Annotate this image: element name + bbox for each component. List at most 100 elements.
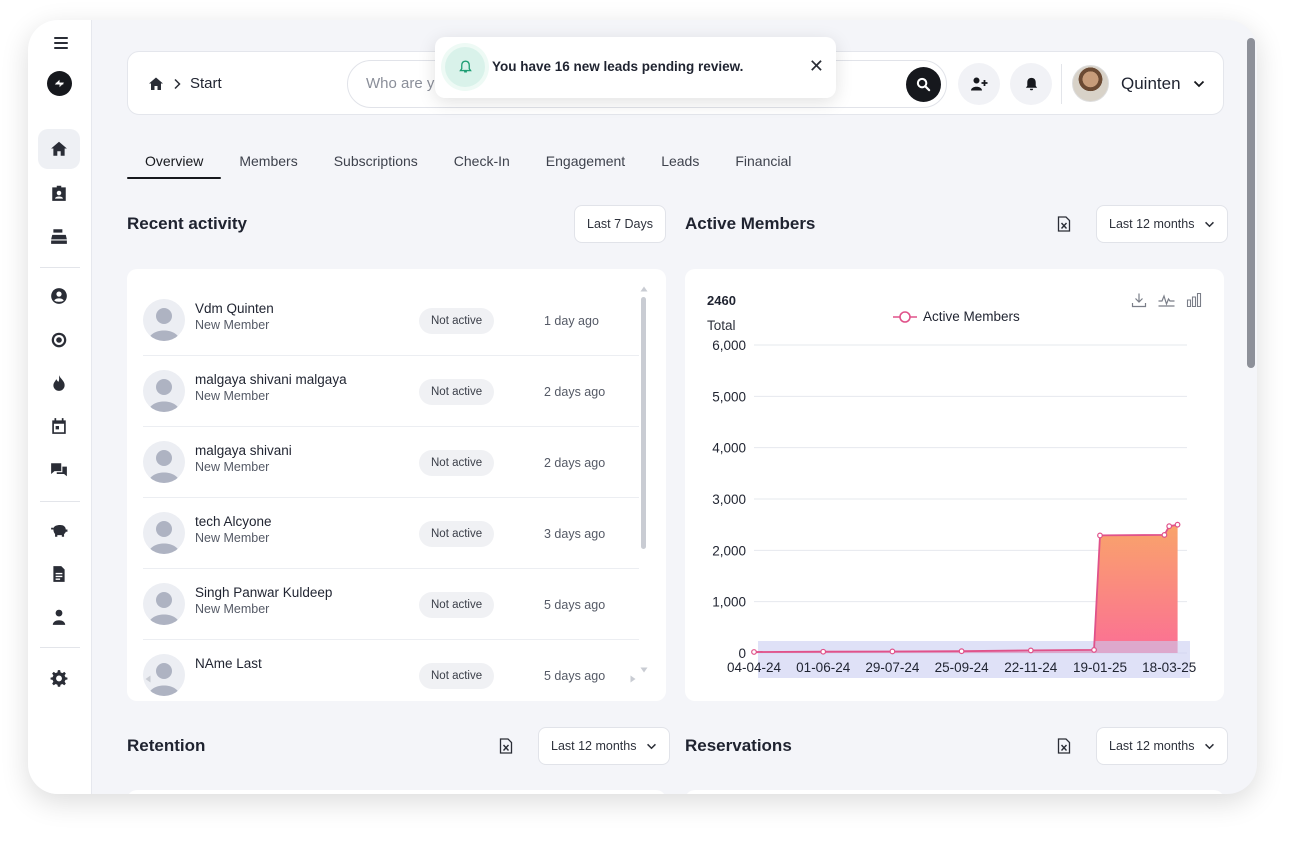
scroll-down-icon[interactable] (640, 667, 648, 673)
document-icon (53, 566, 65, 582)
member-name[interactable]: malgaya shivani malgaya (195, 372, 347, 387)
y-tick-label: 6,000 (712, 338, 746, 353)
scroll-right-icon[interactable] (630, 675, 636, 683)
home-icon[interactable] (148, 76, 164, 92)
sidebar-divider (40, 267, 80, 268)
data-point[interactable] (1091, 647, 1097, 653)
sidebar-item-profile[interactable] (38, 276, 80, 316)
data-point[interactable] (889, 648, 896, 655)
y-tick-label: 4,000 (712, 441, 746, 456)
member-name[interactable]: Vdm Quinten (195, 301, 274, 316)
list-item[interactable]: NAme Last Not active 5 days ago (143, 640, 639, 701)
topbar-divider (1061, 64, 1062, 104)
data-point[interactable] (1097, 532, 1103, 539)
sidebar-item-cash-register[interactable] (38, 216, 80, 256)
reservations-title: Reservations (685, 736, 792, 755)
avatar-placeholder-icon (143, 441, 185, 483)
user-menu[interactable]: Quinten (1072, 65, 1205, 102)
tab-financial[interactable]: Financial (717, 143, 809, 179)
sidebar-item-goals[interactable] (38, 320, 80, 360)
list-item[interactable]: malgaya shivani malgaya New Member Not act… (143, 356, 639, 427)
tab-members[interactable]: Members (221, 143, 315, 179)
chevron-down-icon (1193, 80, 1204, 87)
active-members-card: 2460 Total Active Members 0 1,000 2,000 3,0… (685, 269, 1224, 701)
chevron-down-icon (647, 743, 657, 749)
tab-overview[interactable]: Overview (127, 143, 222, 179)
member-name[interactable]: malgaya shivani (195, 443, 292, 458)
add-user-button[interactable] (958, 63, 1000, 105)
excel-export-icon[interactable] (499, 738, 513, 754)
notifications-button[interactable] (1010, 63, 1052, 105)
data-point[interactable] (1174, 521, 1181, 528)
avatar-placeholder-icon (143, 299, 185, 341)
avatar-placeholder-icon (143, 512, 185, 554)
data-point[interactable] (958, 648, 965, 655)
list-item[interactable]: tech Alcyone New Member Not active 3 days a… (143, 498, 639, 569)
tab-subscriptions[interactable]: Subscriptions (316, 143, 436, 179)
sidebar-item-staff[interactable] (38, 597, 80, 637)
status-badge: Not active (419, 450, 495, 476)
tab-leads[interactable]: Leads (643, 143, 717, 179)
x-tick-label: 04-04-24 (727, 660, 782, 675)
menu-icon[interactable] (54, 37, 68, 49)
scroll-left-icon[interactable] (145, 675, 151, 683)
active-members-range-select[interactable]: Last 12 months (1096, 205, 1229, 243)
member-role: New Member (195, 531, 270, 545)
active-members-title: Active Members (685, 214, 816, 233)
member-role: New Member (195, 389, 270, 403)
page-scrollbar[interactable] (1247, 38, 1255, 368)
member-name[interactable]: Singh Panwar Kuldeep (195, 585, 332, 600)
sidebar-item-messages[interactable] (38, 450, 80, 490)
sidebar-item-calendar[interactable] (38, 406, 80, 446)
y-tick-label: 2,000 (712, 543, 746, 558)
chevron-down-icon (1205, 743, 1215, 749)
search-button[interactable] (906, 67, 941, 102)
activity-scrollbar[interactable] (641, 297, 646, 549)
chart-area (754, 524, 1178, 653)
sidebar-divider (40, 647, 80, 648)
status-badge: Not active (419, 379, 495, 405)
list-item[interactable]: Singh Panwar Kuldeep New Member Not active… (143, 569, 639, 640)
retention-range-select[interactable]: Last 12 months (538, 727, 671, 765)
tab-engagement[interactable]: Engagement (528, 143, 643, 179)
data-point[interactable] (1027, 647, 1034, 654)
chat-icon (51, 463, 67, 477)
user-circle-icon (51, 288, 67, 304)
retention-title: Retention (127, 736, 206, 755)
sidebar-item-documents[interactable] (38, 554, 80, 594)
data-point[interactable] (1161, 532, 1168, 538)
reservations-range-select[interactable]: Last 12 months (1096, 727, 1229, 765)
excel-export-icon[interactable] (1057, 738, 1071, 754)
list-item[interactable]: Vdm Quinten New Member Not active 1 day ago (143, 285, 639, 356)
list-item[interactable]: malgaya shivani New Member Not active 2 day… (143, 427, 639, 498)
recent-activity-range-select[interactable]: Last 7 Days (574, 205, 667, 243)
close-icon[interactable]: ✕ (809, 57, 824, 75)
toast-bell-icon (445, 47, 485, 87)
x-tick-label: 01-06-24 (796, 660, 851, 675)
active-members-chart: 0 1,000 2,000 3,000 4,000 5,000 6,000 04-04-24… (712, 338, 1196, 678)
excel-export-icon[interactable] (1057, 216, 1071, 232)
sidebar-item-members[interactable] (38, 173, 80, 213)
status-badge: Not active (419, 663, 495, 689)
member-name[interactable]: tech Alcyone (195, 514, 272, 529)
sidebar-divider (40, 501, 80, 502)
tab-bar: Overview Members Subscriptions Check-In … (127, 143, 809, 179)
user-name: Quinten (1121, 73, 1181, 93)
sidebar-item-finance[interactable] (38, 510, 80, 550)
member-name[interactable]: NAme Last (195, 656, 262, 671)
data-point[interactable] (820, 648, 827, 655)
breadcrumb-current[interactable]: Start (190, 75, 222, 92)
x-tick-label: 18-03-25 (1142, 660, 1196, 675)
scroll-up-icon[interactable] (640, 286, 648, 292)
data-point[interactable] (1166, 523, 1173, 530)
timestamp: 5 days ago (544, 669, 606, 683)
search-icon (916, 77, 931, 92)
avatar-placeholder-icon (143, 583, 185, 625)
sidebar-item-home[interactable] (38, 129, 80, 169)
data-point[interactable] (751, 649, 757, 655)
timestamp: 1 day ago (544, 314, 599, 328)
app-logo[interactable] (47, 71, 72, 96)
sidebar-item-settings[interactable] (38, 658, 80, 698)
tab-check-in[interactable]: Check-In (436, 143, 528, 179)
sidebar-item-engagement[interactable] (38, 363, 80, 403)
